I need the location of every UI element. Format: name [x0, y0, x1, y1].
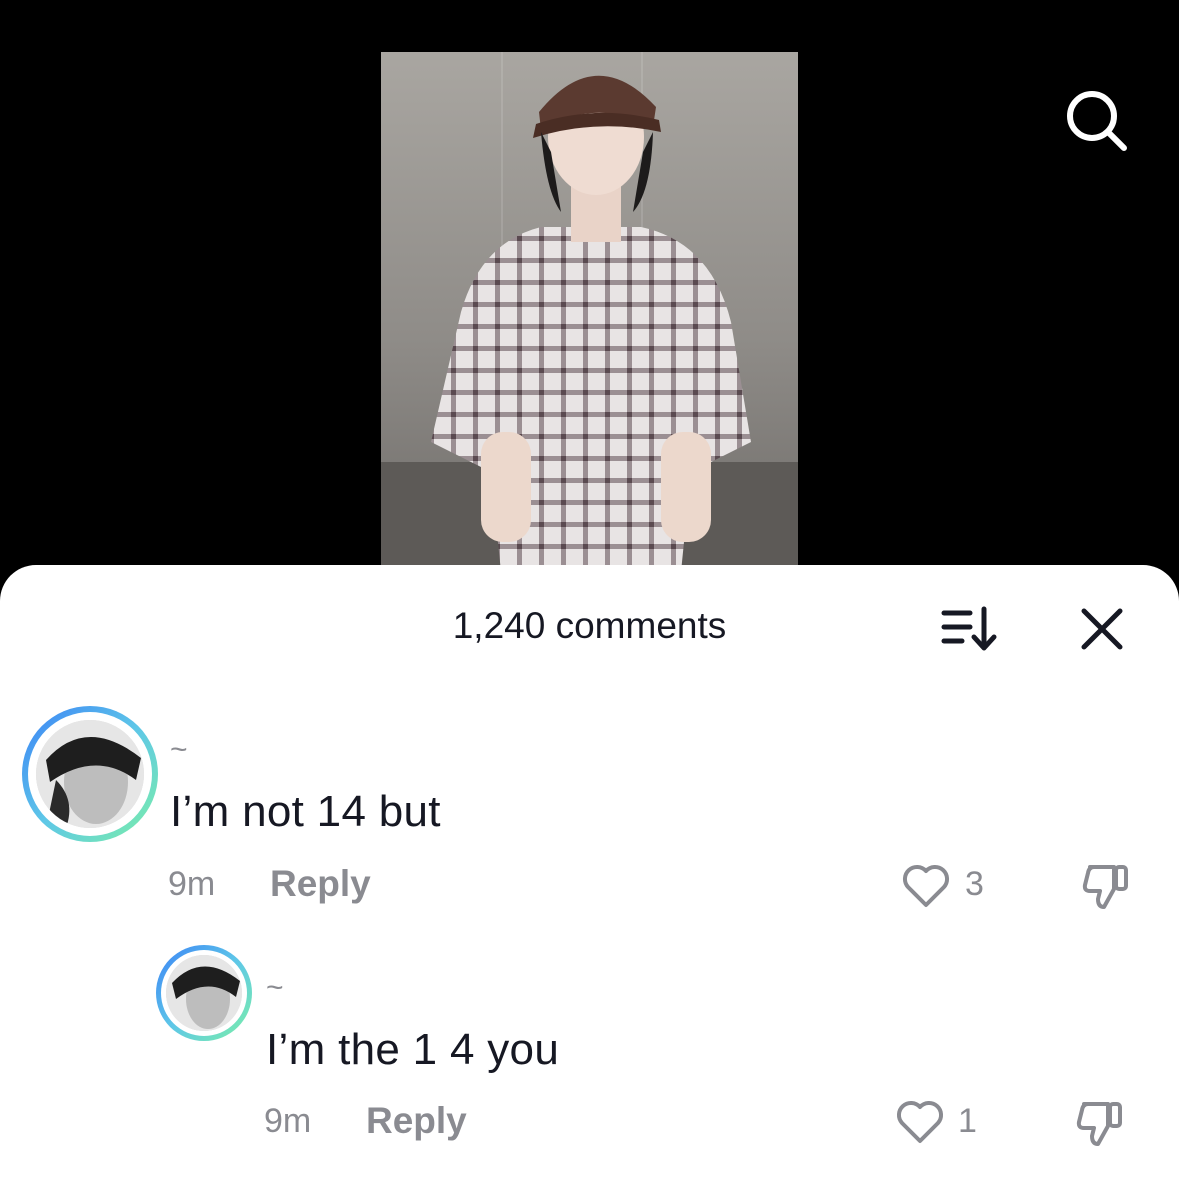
like-count: 1: [958, 1102, 977, 1140]
video-thumbnail[interactable]: [381, 52, 798, 572]
like-count: 3: [965, 865, 984, 903]
dislike-icon[interactable]: [1080, 861, 1134, 913]
close-icon[interactable]: [1078, 605, 1126, 653]
reply-button[interactable]: Reply: [270, 863, 371, 905]
avatar[interactable]: [156, 945, 252, 1041]
comment-count: 1,240 comments: [452, 605, 727, 646]
dislike-icon[interactable]: [1074, 1098, 1128, 1150]
comment-username[interactable]: ~: [170, 733, 188, 767]
avatar[interactable]: [22, 706, 158, 842]
sort-icon[interactable]: [940, 605, 998, 653]
comment-time: 9m: [264, 1102, 312, 1140]
comment-text: I’m the 1 4 you: [266, 1025, 560, 1074]
avatar-photo: [166, 955, 242, 1031]
heart-icon[interactable]: [900, 861, 952, 909]
comments-header: 1,240 comments: [0, 565, 1179, 689]
comment-username[interactable]: ~: [266, 971, 284, 1005]
avatar-photo: [36, 720, 144, 828]
reply-button[interactable]: Reply: [366, 1100, 467, 1142]
person-figure: [431, 75, 751, 572]
comment-text: I’m not 14 but: [170, 787, 441, 836]
comment-time: 9m: [168, 865, 216, 903]
search-icon[interactable]: [1062, 86, 1130, 154]
heart-icon[interactable]: [894, 1097, 946, 1145]
comments-sheet: 1,240 comments ~ I’m not 14 but 9m Reply…: [0, 565, 1179, 1179]
